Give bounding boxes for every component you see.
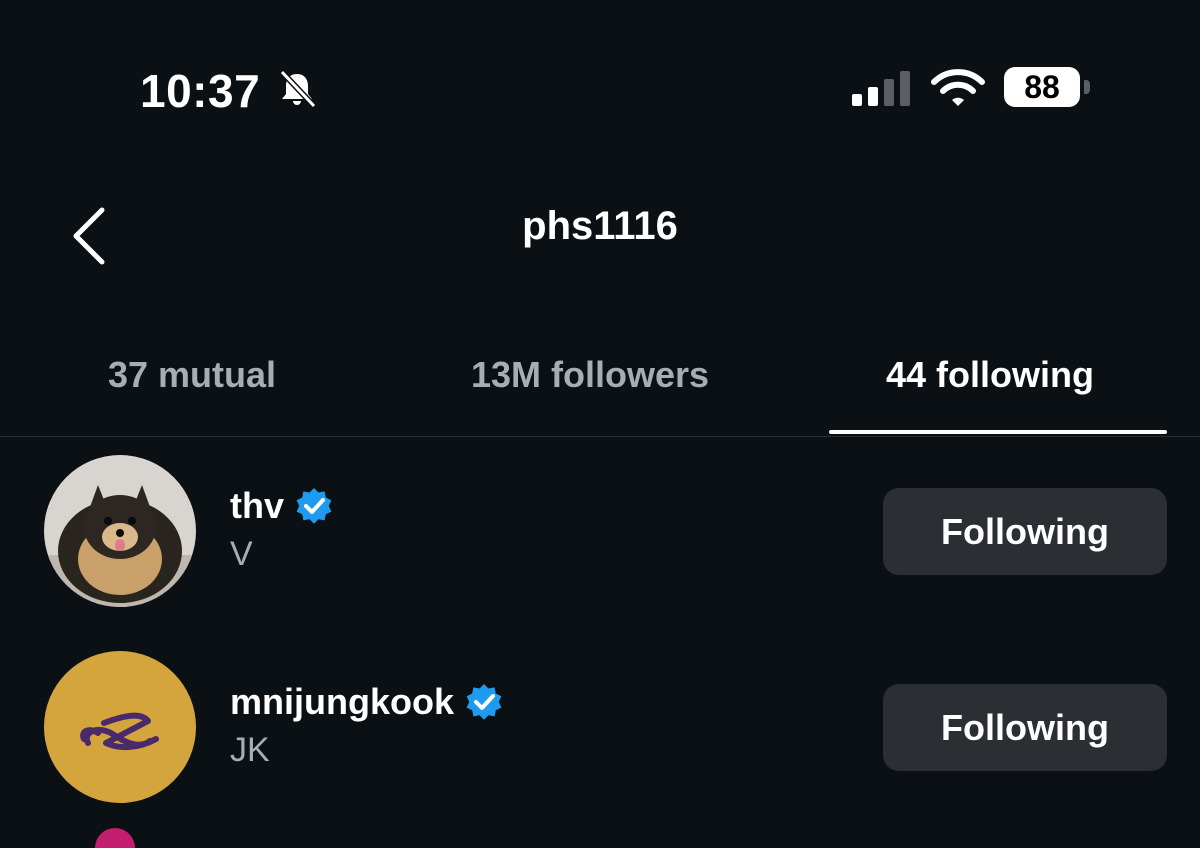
status-time: 10:37 — [140, 65, 261, 117]
username[interactable]: thv — [230, 485, 284, 527]
list-item[interactable]: thv V Following — [0, 455, 1200, 615]
tab-mutual[interactable]: 37 mutual — [108, 354, 276, 396]
active-tab-indicator — [829, 430, 1167, 434]
verified-badge-icon — [296, 488, 332, 524]
username-line: mnijungkook — [230, 681, 504, 723]
username-line: thv — [230, 485, 334, 527]
display-name: V — [230, 535, 253, 573]
verified-badge-icon — [466, 684, 502, 720]
battery-level: 88 — [1004, 67, 1080, 107]
status-bar: 10:37 88 — [0, 0, 1200, 180]
nav-header: phs1116 — [0, 190, 1200, 280]
username[interactable]: mnijungkook — [230, 681, 454, 723]
page-title: phs1116 — [522, 204, 678, 248]
cellular-signal-icon — [852, 71, 910, 106]
tab-following[interactable]: 44 following — [886, 354, 1094, 396]
avatar[interactable] — [44, 651, 196, 803]
battery-tip — [1084, 80, 1090, 94]
following-button[interactable]: Following — [883, 684, 1167, 771]
battery-icon: 88 — [1004, 67, 1094, 109]
wifi-icon — [931, 69, 985, 106]
following-button[interactable]: Following — [883, 488, 1167, 575]
tab-followers[interactable]: 13M followers — [471, 354, 709, 396]
silent-bell-icon — [279, 69, 317, 109]
display-name: JK — [230, 731, 270, 769]
avatar[interactable] — [95, 828, 135, 848]
tab-bar: 37 mutual 13M followers 44 following — [0, 340, 1200, 437]
avatar[interactable] — [44, 455, 196, 607]
list-item[interactable]: mnijungkook JK Following — [0, 651, 1200, 811]
